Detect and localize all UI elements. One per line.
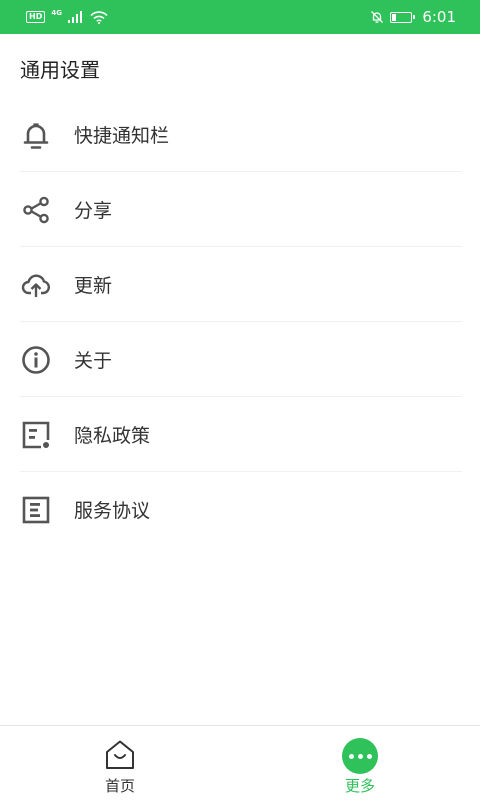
info-icon: [19, 343, 53, 377]
menu-item-share[interactable]: 分享: [0, 172, 480, 247]
menu-item-update[interactable]: 更新: [0, 247, 480, 322]
menu-item-notification-bar[interactable]: 快捷通知栏: [0, 97, 480, 172]
hd-badge: HD: [26, 11, 46, 23]
cloud-upload-icon: [19, 268, 53, 302]
nav-more-label: 更多: [344, 777, 375, 795]
menu-item-label: 分享: [74, 200, 113, 222]
page-title: 通用设置: [20, 58, 100, 82]
wifi-icon: [90, 10, 108, 24]
status-time: 6:01: [422, 8, 456, 26]
bottom-nav: 首页 更多: [0, 725, 480, 800]
mute-bell-icon: [371, 11, 384, 23]
status-bar-right: 6:01: [370, 8, 456, 26]
signal-icon: [67, 11, 82, 23]
menu-item-label: 更新: [74, 275, 113, 297]
status-bar-left: HD 4G: [26, 9, 108, 25]
nav-tab-more[interactable]: 更多: [310, 726, 410, 800]
bell-icon: [19, 118, 53, 152]
nav-tab-home[interactable]: 首页: [70, 726, 170, 800]
home-icon: [106, 740, 134, 769]
menu-item-about[interactable]: 关于: [0, 322, 480, 397]
settings-menu: 快捷通知栏 分享 更新 关于 隐私政策 服务协议: [0, 97, 480, 547]
menu-item-privacy-policy[interactable]: 隐私政策: [0, 397, 480, 472]
menu-item-label: 关于: [74, 350, 113, 372]
more-dots-icon: [342, 738, 378, 774]
network-type: 4G: [51, 9, 62, 17]
nav-home-label: 首页: [104, 777, 135, 795]
menu-item-label: 服务协议: [74, 500, 151, 522]
status-bar: HD 4G 6:01: [0, 0, 480, 34]
share-icon: [19, 193, 53, 227]
menu-item-label: 隐私政策: [74, 425, 151, 447]
privacy-doc-icon: [19, 418, 53, 452]
agreement-doc-icon: [19, 493, 53, 527]
menu-item-label: 快捷通知栏: [74, 125, 170, 147]
menu-item-service-agreement[interactable]: 服务协议: [0, 472, 480, 547]
battery-icon: [390, 11, 416, 23]
